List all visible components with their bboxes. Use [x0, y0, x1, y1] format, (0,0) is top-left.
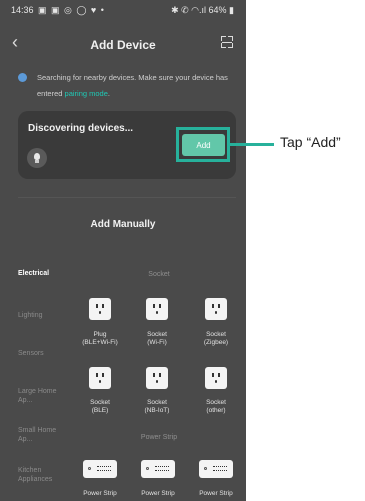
- add-button[interactable]: Add: [182, 134, 225, 156]
- notification-icons: ▣ ▣ ◎ ◯ ♥ •: [38, 5, 105, 15]
- device-label-plug-ble-wifi[interactable]: Plug (BLE+Wi-Fi): [70, 331, 130, 347]
- battery-icon: ▮: [226, 5, 234, 15]
- add-manually-title: Add Manually: [90, 219, 156, 230]
- discovering-title: Discovering devices...: [28, 123, 134, 134]
- device-line1: Socket: [206, 331, 226, 338]
- group-power-strip: Power Strip: [140, 434, 178, 441]
- power-strip-icon[interactable]: [199, 460, 233, 478]
- category-kitchen-appliances[interactable]: Kitchen Appliances: [18, 466, 60, 484]
- power-strip-label[interactable]: Power Strip: [128, 490, 188, 498]
- device-label-socket-zigbee[interactable]: Socket (Zigbee): [186, 331, 246, 347]
- socket-icon[interactable]: [205, 298, 227, 320]
- category-lighting[interactable]: Lighting: [18, 311, 43, 320]
- app-header: ‹ Add Device: [0, 28, 246, 58]
- signal-icons: ✱ ✆ ◠.ıl: [171, 5, 207, 15]
- power-strip-label[interactable]: Power Strip: [70, 490, 130, 498]
- device-line1: Plug: [93, 331, 107, 338]
- loading-icon: [18, 73, 27, 82]
- battery-level: 64%: [208, 5, 227, 15]
- power-strip-icon[interactable]: [83, 460, 117, 478]
- page-title: Add Device: [90, 38, 156, 52]
- device-label-socket-other[interactable]: Socket (other): [186, 399, 246, 415]
- status-bar: 14:36 ▣ ▣ ◎ ◯ ♥ • ✱ ✆ ◠.ıl 64% ▮: [0, 0, 246, 20]
- socket-icon[interactable]: [146, 298, 168, 320]
- socket-icon[interactable]: [205, 367, 227, 389]
- status-time: 14:36: [11, 5, 34, 15]
- power-strip-label[interactable]: Power Strip: [186, 490, 246, 498]
- callout-line: [230, 143, 274, 146]
- category-sensors[interactable]: Sensors: [18, 349, 44, 358]
- socket-icon[interactable]: [89, 367, 111, 389]
- device-line1: Socket: [90, 399, 110, 406]
- divider: [18, 197, 236, 198]
- category-electrical[interactable]: Electrical: [18, 269, 49, 278]
- group-socket: Socket: [148, 271, 170, 278]
- device-label-socket-ble[interactable]: Socket (BLE): [70, 399, 130, 415]
- device-line2: (Wi-Fi): [147, 339, 167, 346]
- category-large-home-appliances[interactable]: Large Home Ap...: [18, 387, 60, 405]
- searching-suffix: .: [107, 89, 110, 98]
- scan-icon[interactable]: [221, 36, 233, 48]
- socket-icon[interactable]: [89, 298, 111, 320]
- system-icons: ✱ ✆ ◠.ıl 64% ▮: [171, 5, 234, 16]
- socket-icon[interactable]: [146, 367, 168, 389]
- device-line1: Socket: [147, 331, 167, 338]
- device-line1: Socket: [206, 399, 226, 406]
- category-small-home-appliances[interactable]: Small Home Ap...: [18, 426, 60, 444]
- bulb-icon: [27, 148, 47, 168]
- callout-text: Tap “Add”: [280, 134, 341, 150]
- searching-notice: Searching for nearby devices. Make sure …: [18, 70, 233, 102]
- device-line2: (other): [206, 407, 226, 414]
- device-line2: (Zigbee): [203, 339, 229, 346]
- device-line1: Socket: [147, 399, 167, 406]
- device-label-socket-wifi[interactable]: Socket (Wi-Fi): [127, 331, 187, 347]
- device-label-socket-nb-iot[interactable]: Socket (NB-IoT): [127, 399, 187, 415]
- device-line2: (BLE): [91, 407, 109, 414]
- phone-screen: 14:36 ▣ ▣ ◎ ◯ ♥ • ✱ ✆ ◠.ıl 64% ▮ ‹ Add D…: [0, 0, 246, 501]
- power-strip-icon[interactable]: [141, 460, 175, 478]
- device-line2: (BLE+Wi-Fi): [82, 339, 118, 346]
- pairing-mode-link[interactable]: pairing mode: [65, 89, 108, 98]
- device-line2: (NB-IoT): [144, 407, 170, 414]
